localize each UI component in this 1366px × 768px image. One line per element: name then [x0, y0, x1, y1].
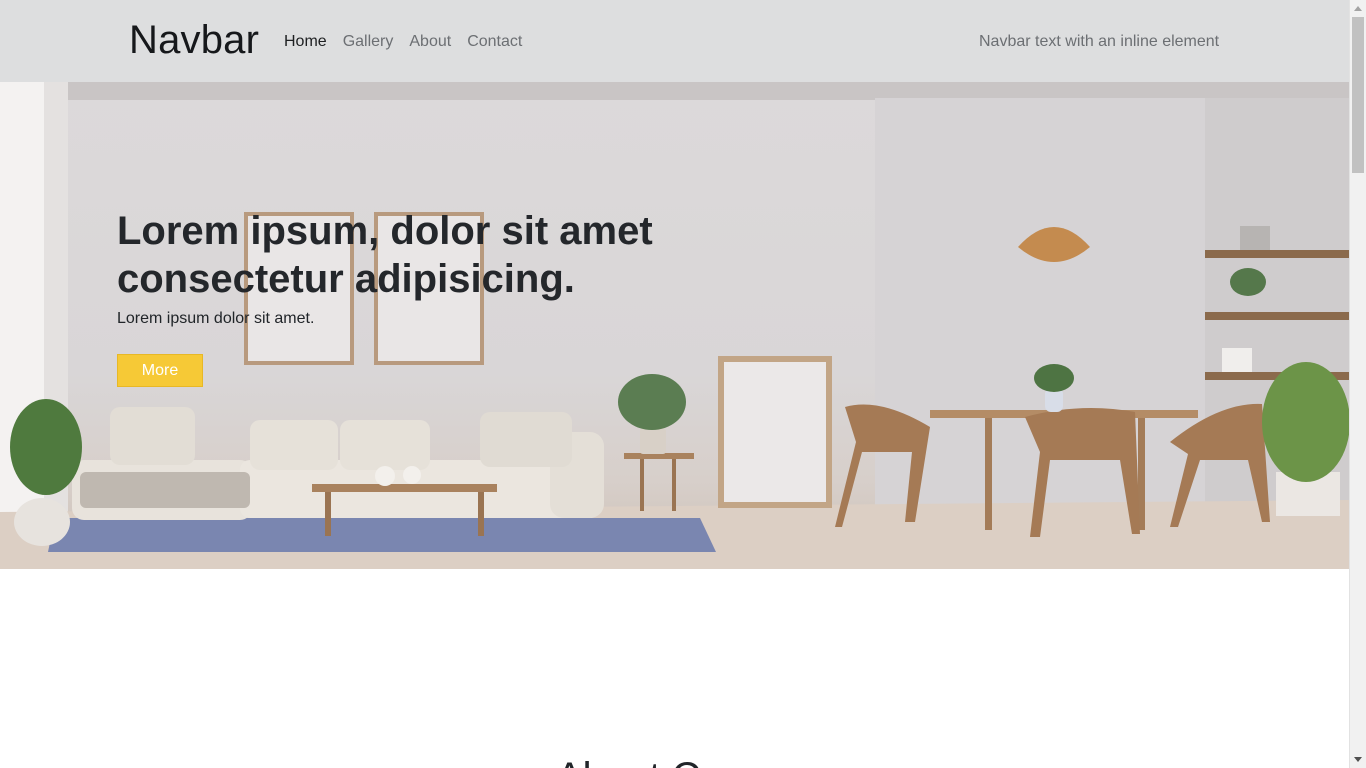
navbar-brand[interactable]: Navbar	[129, 16, 259, 64]
triangle-up-icon	[1354, 6, 1362, 11]
nav-link-about[interactable]: About	[409, 30, 451, 54]
navbar: Navbar Home Gallery About Contact Navbar…	[0, 0, 1349, 82]
hero-banner: Lorem ipsum, dolor sit amet consectetur …	[0, 82, 1349, 569]
triangle-down-icon	[1354, 757, 1362, 762]
page-scrollbar[interactable]	[1349, 0, 1366, 768]
more-button[interactable]: More	[117, 354, 203, 387]
scroll-up-button[interactable]	[1350, 0, 1366, 17]
hero-subtitle: Lorem ipsum dolor sit amet.	[117, 310, 315, 327]
scroll-down-button[interactable]	[1350, 751, 1366, 768]
nav-link-home[interactable]: Home	[284, 30, 327, 54]
nav-links: Home Gallery About Contact	[284, 30, 538, 54]
nav-link-gallery[interactable]: Gallery	[343, 30, 394, 54]
hero-title: Lorem ipsum, dolor sit amet consectetur …	[117, 209, 653, 301]
about-heading: About C...	[556, 753, 734, 768]
navbar-text: Navbar text with an inline element	[979, 33, 1220, 50]
scroll-thumb[interactable]	[1352, 17, 1364, 173]
nav-link-contact[interactable]: Contact	[467, 30, 522, 54]
